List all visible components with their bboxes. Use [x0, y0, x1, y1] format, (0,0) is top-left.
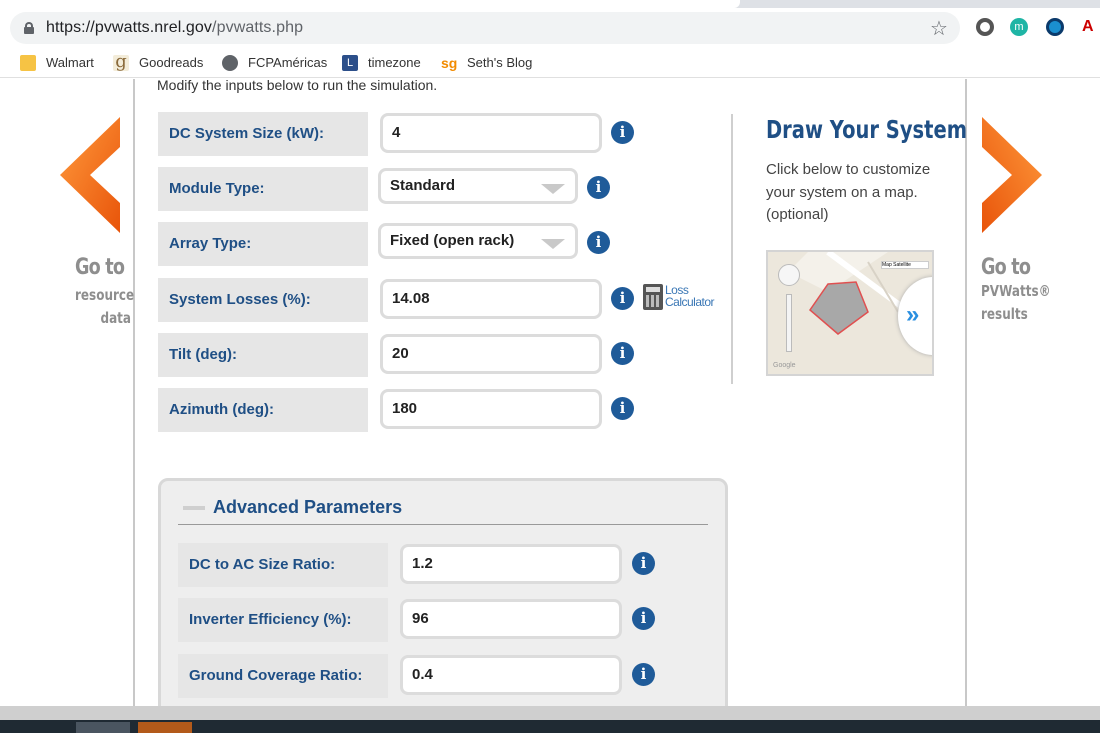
ground-coverage-input[interactable]: 0.4 [400, 655, 622, 695]
bookmark-label: timezone [368, 55, 421, 70]
map-credit: Google [773, 362, 796, 369]
advanced-parameters-panel: Advanced Parameters DC to AC Size Ratio:… [158, 478, 728, 706]
nav-line1: PVWatts® [981, 282, 1051, 300]
nav-big-text: Go to [75, 255, 125, 280]
dc-ac-ratio-label: DC to AC Size Ratio: [178, 543, 388, 587]
chevron-down-icon [541, 239, 565, 249]
goodreads-icon: g [113, 53, 129, 71]
os-taskbar [0, 720, 1100, 733]
timezone-icon: L [342, 55, 358, 71]
tilt-input[interactable]: 20 [380, 334, 602, 374]
inverter-efficiency-input[interactable]: 96 [400, 599, 622, 639]
bookmark-star-icon[interactable]: ☆ [930, 16, 948, 41]
array-type-label: Array Type: [158, 222, 368, 266]
browser-window: https://pvwatts.nrel.gov/pvwatts.php ☆ m… [0, 0, 1100, 733]
array-type-value: Fixed (open rack) [390, 232, 515, 249]
bookmark-label: FCPAméricas [248, 55, 328, 70]
inverter-efficiency-info-icon[interactable]: i [632, 607, 655, 630]
azimuth-input[interactable]: 180 [380, 389, 602, 429]
ground-coverage-info-icon[interactable]: i [632, 663, 655, 686]
dc-system-size-info-icon[interactable]: i [611, 121, 634, 144]
module-type-label: Module Type: [158, 167, 368, 211]
array-type-info-icon[interactable]: i [587, 231, 610, 254]
url-host: https://pvwatts.nrel.gov [46, 19, 213, 36]
loss-calculator-text: Loss Calculator [665, 284, 715, 309]
bookmarks-bar: Walmart g Goodreads FCPAméricas L timezo… [0, 48, 1100, 78]
loss-calc-line2: Calculator [665, 295, 715, 309]
map-zoom-control[interactable] [786, 294, 792, 352]
nav-line2: data [100, 309, 131, 327]
module-type-info-icon[interactable]: i [587, 176, 610, 199]
azimuth-label: Azimuth (deg): [158, 388, 368, 432]
goto-pvwatts-results-link[interactable]: Go to PVWatts® results [981, 255, 1068, 326]
module-type-select[interactable]: Standard [378, 168, 578, 204]
module-type-value: Standard [390, 177, 456, 194]
previous-arrow-icon[interactable] [56, 115, 126, 235]
extension-m-icon[interactable]: m [1010, 18, 1028, 36]
draw-system-map-thumbnail[interactable]: Map Satellite » Google [766, 250, 934, 376]
taskbar-item[interactable] [138, 722, 192, 733]
system-losses-info-icon[interactable]: i [611, 287, 634, 310]
azimuth-info-icon[interactable]: i [611, 397, 634, 420]
url-path: /pvwatts.php [212, 19, 304, 36]
map-pan-control[interactable] [778, 264, 800, 286]
left-border [133, 79, 135, 706]
goto-resource-data-sub[interactable]: resource data [61, 284, 135, 330]
pdf-extension-icon[interactable]: A [1082, 18, 1098, 36]
system-losses-input[interactable]: 14.08 [380, 279, 602, 319]
dc-system-size-label: DC System Size (kW): [158, 112, 368, 156]
column-divider [731, 114, 733, 384]
intro-text: Modify the inputs below to run the simul… [157, 79, 438, 93]
bookmark-label: Goodreads [139, 55, 204, 70]
draw-system-title: Draw Your System [766, 115, 968, 144]
page-content: Modify the inputs below to run the simul… [0, 79, 1100, 706]
advanced-parameters-title[interactable]: Advanced Parameters [213, 497, 402, 518]
globe-icon [222, 55, 238, 71]
right-border [965, 79, 967, 706]
taskbar-item[interactable] [76, 722, 130, 733]
nav-line1: resource [75, 286, 135, 304]
horizontal-scrollbar[interactable] [0, 706, 1100, 720]
tab-strip [0, 0, 1100, 8]
chevron-down-icon [541, 184, 565, 194]
calculator-icon [643, 284, 663, 310]
folder-icon [20, 55, 36, 71]
drawn-array-polygon [808, 281, 869, 335]
goto-resource-data-link[interactable]: Go to [75, 255, 136, 280]
dc-ac-ratio-input[interactable]: 1.2 [400, 544, 622, 584]
collapse-minus-icon[interactable] [183, 506, 205, 510]
nav-big-text: Go to [981, 255, 1031, 280]
tilt-label: Tilt (deg): [158, 333, 368, 377]
system-losses-label: System Losses (%): [158, 278, 368, 322]
address-bar: https://pvwatts.nrel.gov/pvwatts.php ☆ m… [0, 8, 1100, 48]
ground-coverage-label: Ground Coverage Ratio: [178, 654, 388, 698]
omnibox[interactable]: https://pvwatts.nrel.gov/pvwatts.php ☆ [10, 12, 960, 44]
dc-system-size-input[interactable]: 4 [380, 113, 602, 153]
extension-eye-icon[interactable] [1046, 18, 1064, 36]
url-text[interactable]: https://pvwatts.nrel.gov/pvwatts.php [46, 19, 303, 37]
nav-line2: results [981, 305, 1028, 323]
extension-circle-icon[interactable] [976, 18, 994, 36]
dc-ac-ratio-info-icon[interactable]: i [632, 552, 655, 575]
loss-calculator-link[interactable]: Loss Calculator [643, 282, 723, 312]
map-arrow-glyph: » [906, 301, 920, 328]
inverter-efficiency-label: Inverter Efficiency (%): [178, 598, 388, 642]
tilt-info-icon[interactable]: i [611, 342, 634, 365]
active-tab[interactable] [0, 0, 740, 8]
array-type-select[interactable]: Fixed (open rack) [378, 223, 578, 259]
bookmark-label: Seth's Blog [467, 55, 533, 70]
sethsblog-icon: sg [441, 55, 458, 71]
draw-system-description: Click below to customize your system on … [766, 161, 931, 223]
lock-icon[interactable] [24, 22, 34, 34]
advanced-divider [178, 524, 708, 525]
bookmark-label: Walmart [46, 55, 94, 70]
next-arrow-icon[interactable] [976, 115, 1046, 235]
map-type-buttons[interactable]: Map Satellite [881, 261, 929, 269]
